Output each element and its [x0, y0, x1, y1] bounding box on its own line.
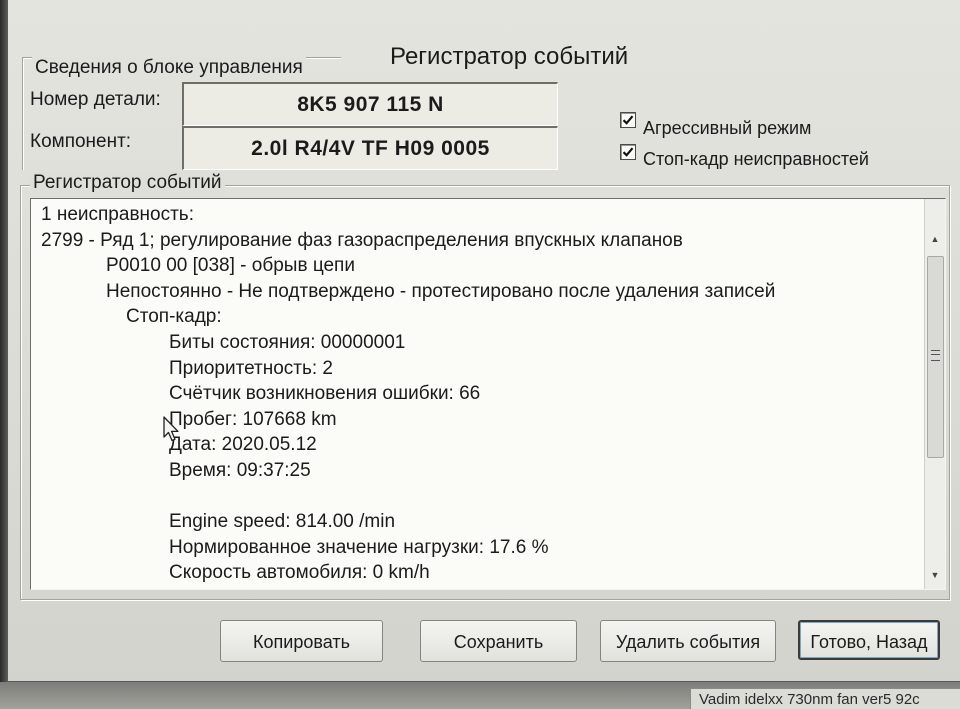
log-line: Счётчик возникновения ошибки: 66	[169, 383, 481, 405]
component-label: Компонент:	[30, 131, 132, 152]
log-line: Биты состояния: 00000001	[169, 331, 406, 353]
copy-button[interactable]: Копировать	[220, 620, 383, 662]
log-line: Скорость автомобиля: 0 km/h	[169, 562, 430, 584]
log-line: Приоритетность: 2	[169, 357, 333, 379]
log-line: Стоп-кадр:	[126, 306, 222, 328]
scrollbar-thumb[interactable]	[927, 256, 944, 458]
taskbar: Vadim idelxx 730nm fan ver5 92c	[0, 682, 960, 709]
log-line: P0010 00 [038] - обрыв цепи	[106, 255, 355, 277]
aggressive-mode-checkbox[interactable]	[620, 112, 636, 128]
log-blank-line	[41, 484, 935, 510]
freeze-frame-label[interactable]: Стоп-кадр неисправностей	[643, 148, 869, 170]
log-line: 2799 - Ряд 1; регулирование фаз газорасп…	[41, 229, 683, 251]
log-line: Время: 09:37:25	[169, 459, 311, 481]
check-icon	[622, 115, 634, 125]
taskbar-item[interactable]: Vadim idelxx 730nm fan ver5 92c	[690, 688, 960, 709]
event-log-lines: 1 неисправность: 2799 - Ряд 1; регулиров…	[31, 202, 935, 586]
delete-events-button[interactable]: Удалить события	[600, 620, 776, 662]
control-unit-legend: Сведения о блоке управления	[32, 57, 306, 79]
triangle-down-icon[interactable]: ▼	[925, 565, 945, 585]
log-line: Непостоянно - Не подтверждено - протести…	[106, 280, 776, 302]
part-number-label: Номер детали:	[30, 89, 161, 110]
part-number-field: 8K5 907 115 N	[182, 82, 558, 126]
log-line: Нормированное значение нагрузки: 17.6 %	[169, 536, 549, 558]
log-line: 1 неисправность:	[41, 204, 194, 225]
dialog-title: Регистратор событий	[390, 43, 629, 70]
check-icon	[622, 147, 634, 157]
save-button[interactable]: Сохранить	[420, 620, 577, 662]
event-log-textarea[interactable]: 1 неисправность: 2799 - Ряд 1; регулиров…	[30, 198, 946, 590]
component-field: 2.0l R4/4V TF H09 0005	[182, 126, 558, 170]
log-scrollbar[interactable]: ▲ ▼	[924, 199, 945, 589]
done-back-button[interactable]: Готово, Назад	[798, 620, 940, 660]
aggressive-mode-label[interactable]: Агрессивный режим	[643, 117, 811, 139]
grip-lines-icon	[931, 350, 940, 361]
freeze-frame-checkbox[interactable]	[620, 144, 636, 160]
arrow-cursor-icon	[163, 416, 179, 442]
event-log-legend: Регистратор событий	[30, 172, 225, 194]
triangle-up-icon[interactable]: ▲	[925, 229, 945, 249]
log-line: Engine speed: 814.00 /min	[169, 511, 396, 533]
